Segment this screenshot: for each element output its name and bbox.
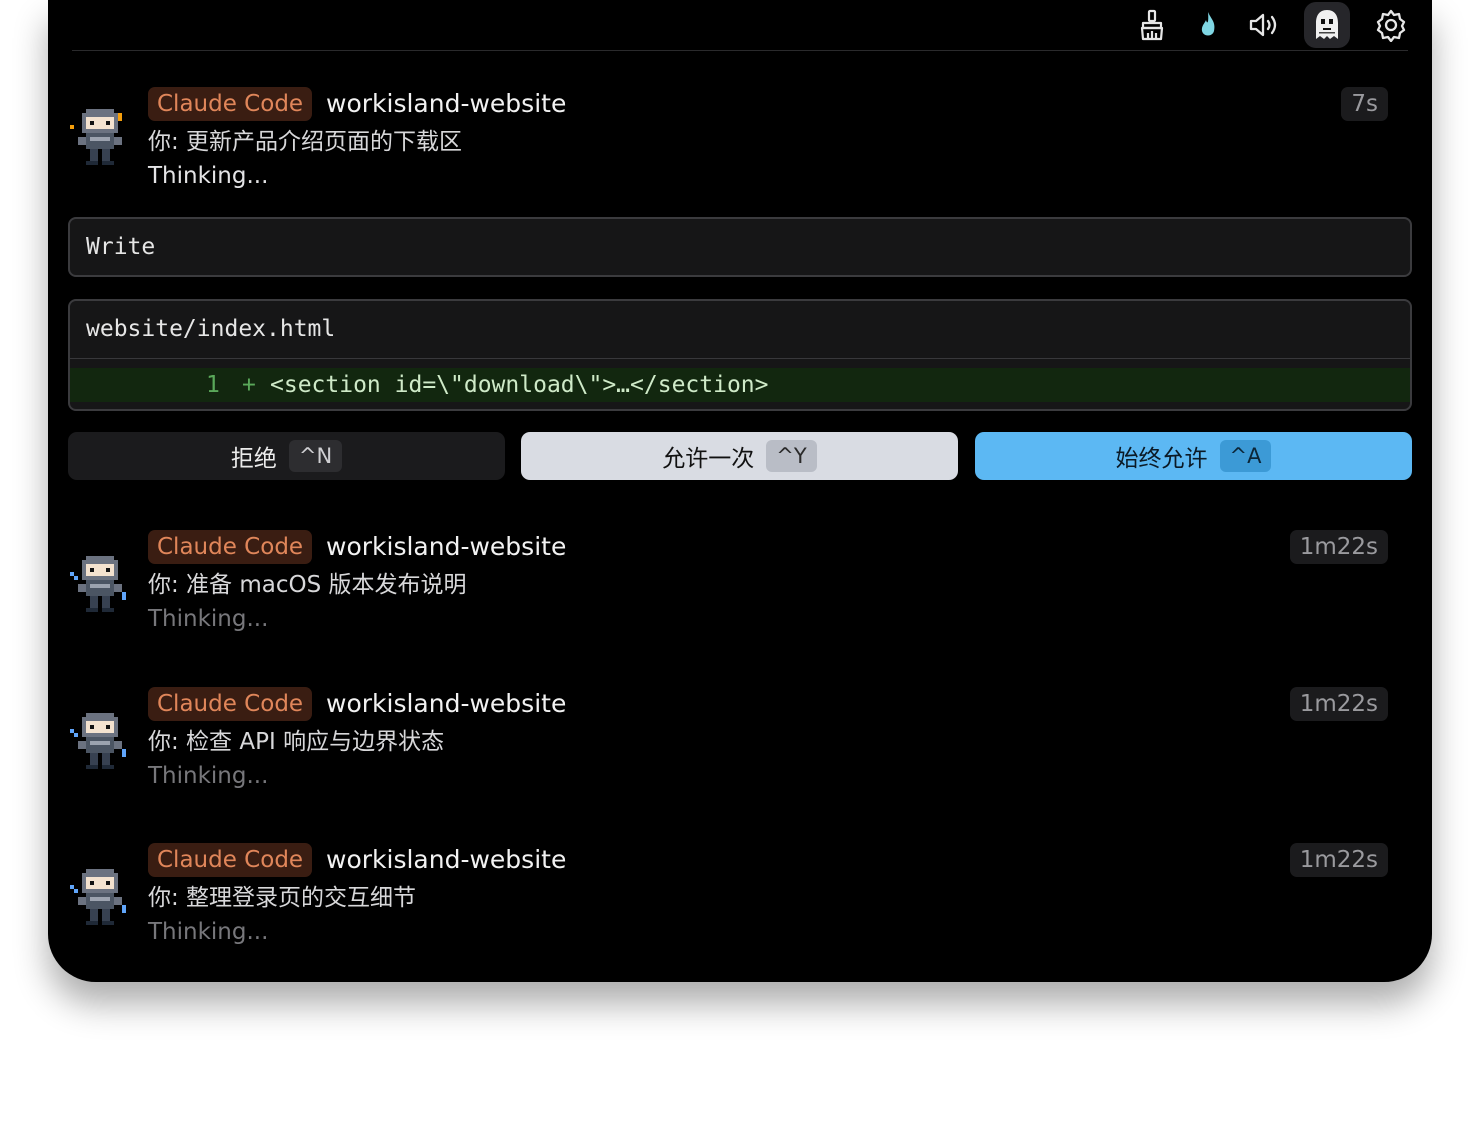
divider <box>70 358 1410 359</box>
always-allow-button[interactable]: 始终允许 ^A <box>975 432 1412 480</box>
session-prompt: 你: 检查 API 响应与边界状态 <box>148 729 445 755</box>
tool-name-box: Write <box>68 217 1412 277</box>
toolbar <box>72 0 1408 51</box>
session-item[interactable]: Claude Code workisland-website 1m22s 你: … <box>48 843 1432 963</box>
diff-code: <section id=\"download\">…</section> <box>270 372 769 398</box>
always-allow-shortcut: ^A <box>1219 440 1272 472</box>
pixel-ninja-avatar <box>70 709 134 773</box>
session-status: Thinking... <box>148 763 269 789</box>
agent-badge: Claude Code <box>148 843 313 877</box>
agent-badge: Claude Code <box>148 87 313 121</box>
session-prompt: 你: 整理登录页的交互细节 <box>148 885 417 911</box>
file-diff-box: website/index.html 1 + <section id=\"dow… <box>68 299 1412 411</box>
settings-gear-icon[interactable] <box>1368 2 1414 48</box>
flame-icon[interactable] <box>1185 2 1231 48</box>
allow-once-label: 允许一次 <box>662 446 755 472</box>
elapsed-time: 1m22s <box>1289 530 1388 564</box>
agent-badge: Claude Code <box>148 687 313 721</box>
session-prompt: 你: 更新产品介绍页面的下载区 <box>148 129 463 155</box>
session-status: Thinking... <box>148 919 269 945</box>
tool-name: Write <box>86 234 156 260</box>
always-allow-label: 始终允许 <box>1115 446 1208 472</box>
volume-icon[interactable] <box>1241 2 1287 48</box>
session-item[interactable]: Claude Code workisland-website 1m22s 你: … <box>48 687 1432 807</box>
session-item[interactable]: Claude Code workisland-website 1m22s 你: … <box>48 530 1432 650</box>
diff-line-number: 1 <box>206 372 220 398</box>
session-active[interactable]: Claude Code workisland-website 7s 你: 更新产… <box>48 87 1432 207</box>
deny-label: 拒绝 <box>230 446 277 472</box>
elapsed-time: 1m22s <box>1289 687 1388 721</box>
project-name: workisland-website <box>326 845 567 874</box>
session-prompt: 你: 准备 macOS 版本发布说明 <box>148 572 467 598</box>
session-status: Thinking... <box>148 606 269 632</box>
pixel-ninja-avatar <box>70 865 134 929</box>
project-name: workisland-website <box>326 689 567 718</box>
elapsed-time: 1m22s <box>1289 843 1388 877</box>
notch-panel: Claude Code workisland-website 7s 你: 更新产… <box>48 0 1432 982</box>
project-name: workisland-website <box>326 532 567 561</box>
diff-line-added: 1 + <section id=\"download\">…</section> <box>70 368 1410 402</box>
file-path: website/index.html <box>86 316 336 342</box>
allow-once-shortcut: ^Y <box>766 440 817 472</box>
broom-icon[interactable] <box>1129 2 1175 48</box>
project-name: workisland-website <box>326 89 567 118</box>
diff-sign: + <box>242 372 256 398</box>
session-status: Thinking... <box>148 163 269 189</box>
deny-button[interactable]: 拒绝 ^N <box>68 432 505 480</box>
ghost-avatar-icon[interactable] <box>1304 2 1350 48</box>
deny-shortcut: ^N <box>288 440 343 472</box>
pixel-ninja-avatar <box>70 105 134 169</box>
pixel-ninja-avatar <box>70 552 134 616</box>
elapsed-time: 7s <box>1341 87 1388 121</box>
agent-badge: Claude Code <box>148 530 313 564</box>
allow-once-button[interactable]: 允许一次 ^Y <box>521 432 958 480</box>
